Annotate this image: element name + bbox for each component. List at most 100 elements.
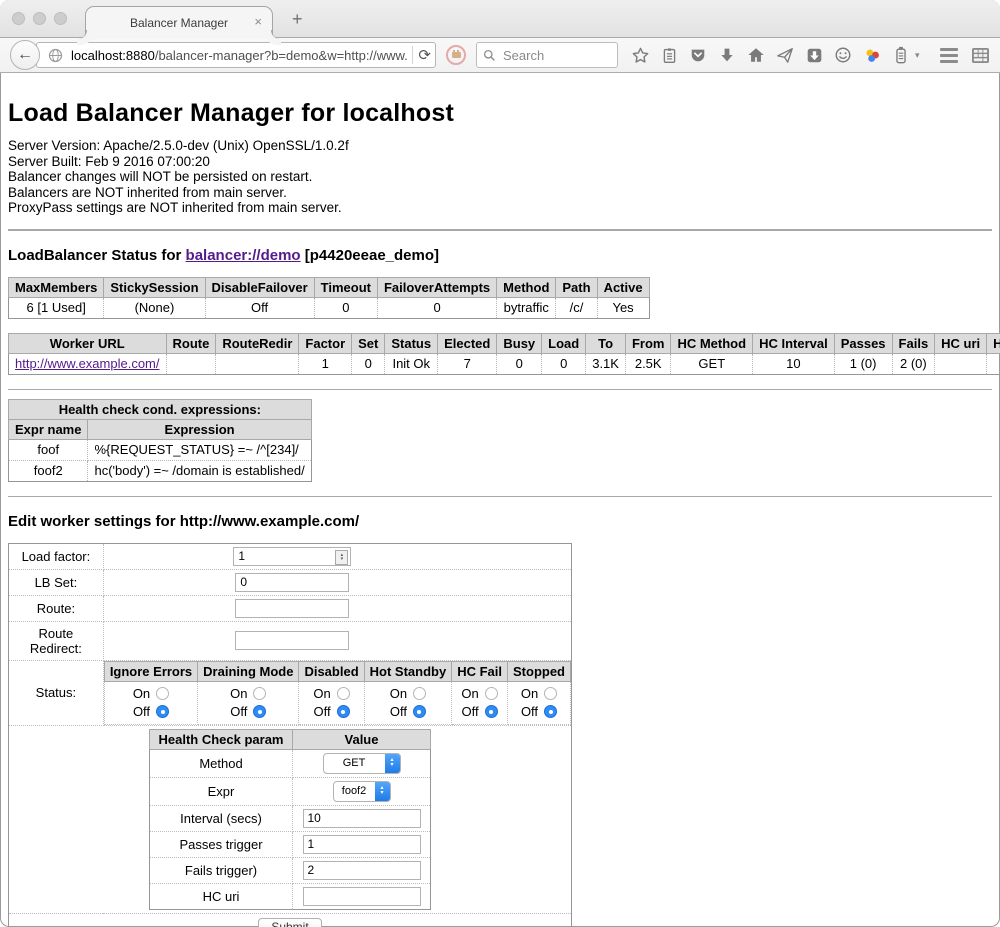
hc-param-value-cell: foof2▴▾ [293,777,431,805]
status-radio-option: On [369,685,448,703]
status-off-radio[interactable] [544,705,557,718]
back-button[interactable]: ← [10,40,40,70]
worker-table-cell: 3.1K [586,353,626,374]
status-on-radio[interactable] [156,687,169,700]
status-header-row: Ignore ErrorsDraining ModeDisabledHot St… [104,661,570,681]
balancer-table-column-header: Path [556,277,597,297]
bookmark-star-icon[interactable] [630,45,650,65]
route-redirect-input[interactable] [235,631,349,650]
worker-table-column-header: From [625,333,671,353]
worker-table-column-header: Set [352,333,385,353]
status-off-radio[interactable] [156,705,169,718]
worker-table-column-header: HC uri [935,333,987,353]
worker-table-column-header: Status [385,333,438,353]
hc-param-label: Passes trigger [150,831,293,857]
radio-label: Off [313,704,330,719]
form-field-label: Route: [9,595,104,621]
battery-extension-icon[interactable] [891,45,911,65]
status-off-radio[interactable] [253,705,266,718]
worker-table-column-header: Factor [299,333,352,353]
send-icon[interactable] [775,45,795,65]
balancer-table-column-header: FailoverAttempts [377,277,496,297]
load-factor-input[interactable] [233,547,351,566]
save-page-icon[interactable] [804,45,824,65]
radio-label: Off [521,704,538,719]
worker-table-column-header: HC Method [671,333,753,353]
menu-hamburger-icon[interactable] [940,48,958,63]
method-select[interactable]: GET▴▾ [323,753,401,774]
window-close-button[interactable] [12,12,25,25]
worker-table-cell: 0 [497,353,542,374]
worker-table-column-header: Elected [438,333,497,353]
health-check-expressions-table: Health check cond. expressions:Expr name… [8,399,312,482]
status-off-radio[interactable] [413,705,426,718]
server-info-line: Balancers are NOT inherited from main se… [8,185,992,201]
form-field-label: LB Set: [9,569,104,595]
window-zoom-button[interactable] [54,12,67,25]
hc-param-column-header: Value [293,729,431,749]
hc-param-row: HC uri [150,883,431,909]
lb-set-input[interactable] [235,573,349,592]
route-input[interactable] [235,599,349,618]
home-icon[interactable] [746,45,766,65]
tab-close-icon[interactable]: × [254,14,262,29]
worker-table-cell: 2.5K [625,353,671,374]
balancer-table-row: 6 [1 Used](None)Off00bytraffic/c/Yes [9,297,650,318]
new-tab-button[interactable]: + [292,9,303,30]
globe-icon [45,45,65,65]
downloads-icon[interactable] [717,45,737,65]
server-info-line: Server Version: Apache/2.5.0-dev (Unix) … [8,138,992,154]
number-stepper[interactable]: ▴▾ [335,550,348,565]
status-radio-option: Off [202,703,294,721]
worker-table-cell: 1 [299,353,352,374]
status-on-radio[interactable] [253,687,266,700]
status-on-radio[interactable] [413,687,426,700]
chevron-down-icon[interactable]: ▾ [915,50,920,61]
status-off-radio[interactable] [337,705,350,718]
grid-extension-icon[interactable] [970,45,990,65]
search-input[interactable] [501,47,605,64]
status-on-radio[interactable] [544,687,557,700]
plugin-blocked-icon[interactable] [446,45,466,65]
submit-button[interactable]: Submit [258,918,321,927]
divider [8,229,992,231]
interval-secs-input[interactable] [303,809,421,828]
window-minimize-button[interactable] [33,12,46,25]
balancer-table-column-header: DisableFailover [205,277,314,297]
url-bar[interactable]: localhost:8880/balancer-manager?b=demo&w… [36,42,436,68]
balancer-table-cell: 0 [314,297,377,318]
edit-worker-heading: Edit worker settings for http://www.exam… [8,513,992,530]
color-dots-extension-icon[interactable] [862,45,882,65]
fails-trigger-input[interactable] [303,861,421,880]
status-radio-cell: OnOff [198,681,299,724]
status-column-header: Hot Standby [364,661,452,681]
status-radio-option: Off [512,703,566,721]
expr-select[interactable]: foof2▴▾ [333,781,391,802]
form-field-row: Load factor: ▴▾ [9,543,572,569]
status-on-radio[interactable] [337,687,350,700]
passes-trigger-input[interactable] [303,835,421,854]
hc-uri-input[interactable] [303,887,421,906]
status-off-radio[interactable] [485,705,498,718]
status-radio-option: On [109,685,193,703]
hc-param-label: Expr [150,777,293,805]
hc-expr-table-cell: %{REQUEST_STATUS} =~ /^[234]/ [88,439,311,460]
search-box[interactable] [476,42,618,68]
reading-list-icon[interactable] [659,45,679,65]
pocket-icon[interactable] [688,45,708,65]
status-on-radio[interactable] [485,687,498,700]
hc-param-label: Fails trigger) [150,857,293,883]
worker-url-link[interactable]: http://www.example.com/ [15,356,160,371]
worker-table-column-header: Fails [892,333,935,353]
tab-balancer-manager[interactable]: Balancer Manager × [85,6,273,39]
url-text[interactable]: localhost:8880/balancer-manager?b=demo&w… [71,48,407,63]
reload-button[interactable]: ⟳ [418,48,431,63]
form-field-value-cell: ▴▾ [103,543,571,569]
form-field-row: Route Redirect: [9,621,572,660]
hc-param-header-row: Health Check paramValue [150,729,431,749]
status-flags-table: Ignore ErrorsDraining ModeDisabledHot St… [104,661,571,725]
balancer-demo-link[interactable]: balancer://demo [186,247,301,264]
balancer-table-column-header: MaxMembers [9,277,104,297]
feedback-smiley-icon[interactable] [833,45,853,65]
form-field-label: Load factor: [9,543,104,569]
